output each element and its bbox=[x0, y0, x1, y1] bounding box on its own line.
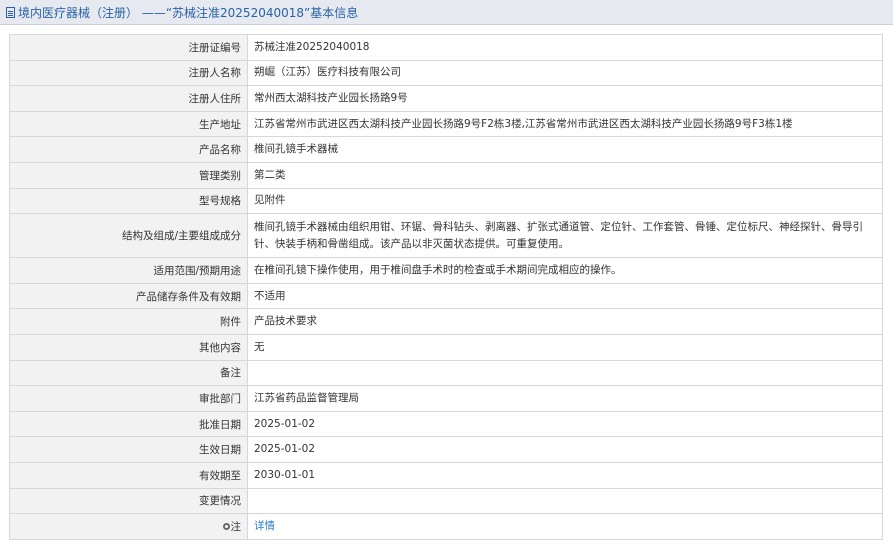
row-value: 见附件 bbox=[247, 187, 883, 215]
row-label: 注 bbox=[9, 513, 248, 540]
row-label: 结构及组成/主要组成成分 bbox=[9, 213, 248, 259]
details-link[interactable]: 详情 bbox=[254, 520, 275, 532]
row-label: 批准日期 bbox=[9, 410, 248, 438]
page-title: 境内医疗器械（注册） ——“苏械注准20252040018”基本信息 bbox=[18, 5, 359, 20]
table-row: 型号规格 见附件 bbox=[9, 187, 883, 215]
row-label: 生效日期 bbox=[9, 436, 248, 463]
table-row: 审批部门 江苏省药品监督管理局 bbox=[9, 385, 883, 412]
table-row: 批准日期 2025-01-02 bbox=[9, 410, 883, 438]
row-value: 苏械注准20252040018 bbox=[247, 34, 883, 61]
table-row: 产品名称 椎间孔镜手术器械 bbox=[9, 136, 883, 163]
row-value: 江苏省药品监督管理局 bbox=[247, 385, 883, 412]
row-value: 2025-01-02 bbox=[247, 410, 883, 438]
row-label: 生产地址 bbox=[9, 110, 248, 138]
row-value: 2030-01-01 bbox=[247, 461, 883, 489]
table-row: 注 详情 bbox=[9, 513, 883, 540]
row-value: 椎间孔镜手术器械 bbox=[247, 136, 883, 163]
row-label: 附件 bbox=[9, 308, 248, 335]
table-row: 适用范围/预期用途 在椎间孔镜下操作使用，用于椎间盘手术时的检查或手术期间完成相应… bbox=[9, 257, 883, 284]
row-value: 第二类 bbox=[247, 161, 883, 189]
table-row: 生产地址 江苏省常州市武进区西太湖科技产业园长扬路9号F2栋3楼,江苏省常州市武进… bbox=[9, 110, 883, 138]
table-row: 注册证编号 苏械注准20252040018 bbox=[9, 34, 883, 61]
row-value: 常州西太湖科技产业园长扬路9号 bbox=[247, 85, 883, 112]
table-row: 产品储存条件及有效期 不适用 bbox=[9, 282, 883, 310]
row-label: 产品储存条件及有效期 bbox=[9, 282, 248, 310]
row-label: 产品名称 bbox=[9, 136, 248, 163]
table-row: 注册人名称 朔崛（江苏）医疗科技有限公司 bbox=[9, 59, 883, 87]
table-row: 生效日期 2025-01-02 bbox=[9, 436, 883, 463]
table-row: 其他内容无 bbox=[9, 333, 883, 361]
row-value: 2025-01-02 bbox=[247, 436, 883, 463]
table-row: 变更情况 bbox=[9, 487, 883, 515]
row-value: 无 bbox=[247, 333, 883, 361]
row-label: 有效期至 bbox=[9, 461, 248, 489]
table-row: 附件 产品技术要求 bbox=[9, 308, 883, 335]
row-value: 朔崛（江苏）医疗科技有限公司 bbox=[247, 59, 883, 87]
row-value bbox=[247, 359, 883, 387]
row-label: 审批部门 bbox=[9, 385, 248, 412]
row-label: 其他内容 bbox=[9, 333, 248, 361]
row-label: 注册人住所 bbox=[9, 85, 248, 112]
row-value bbox=[247, 487, 883, 515]
table-row: 有效期至 2030-01-01 bbox=[9, 461, 883, 489]
table-row: 注册人住所 常州西太湖科技产业园长扬路9号 bbox=[9, 85, 883, 112]
table-row: 结构及组成/主要组成成分 椎间孔镜手术器械由组织用钳、环锯、骨科钻头、剥离器、扩张… bbox=[9, 213, 883, 259]
row-label: 变更情况 bbox=[9, 487, 248, 515]
row-value: 产品技术要求 bbox=[247, 308, 883, 335]
row-value: 不适用 bbox=[247, 282, 883, 310]
row-value: 在椎间孔镜下操作使用，用于椎间盘手术时的检查或手术期间完成相应的操作。 bbox=[247, 257, 883, 284]
row-value: 椎间孔镜手术器械由组织用钳、环锯、骨科钻头、剥离器、扩张式通道管、定位针、工作套… bbox=[247, 213, 883, 259]
row-value: 江苏省常州市武进区西太湖科技产业园长扬路9号F2栋3楼,江苏省常州市武进区西太湖… bbox=[247, 110, 883, 138]
document-icon bbox=[6, 6, 15, 18]
row-label: 管理类别 bbox=[9, 161, 248, 189]
row-label: 注册证编号 bbox=[9, 34, 248, 61]
note-label: 注 bbox=[230, 520, 242, 533]
row-label: 备注 bbox=[9, 359, 248, 387]
info-table: 注册证编号 苏械注准20252040018 注册人名称 朔崛（江苏）医疗科技有限公司… bbox=[9, 34, 883, 540]
table-row: 管理类别 第二类 bbox=[9, 161, 883, 189]
row-value: 详情 bbox=[247, 513, 883, 540]
row-label: 型号规格 bbox=[9, 187, 248, 215]
table-row: 备注 bbox=[9, 359, 883, 387]
row-label: 注册人名称 bbox=[9, 59, 248, 87]
page-title-bar: 境内医疗器械（注册） ——“苏械注准20252040018”基本信息 bbox=[0, 0, 893, 25]
pin-icon bbox=[222, 522, 230, 530]
row-label: 适用范围/预期用途 bbox=[9, 257, 248, 284]
